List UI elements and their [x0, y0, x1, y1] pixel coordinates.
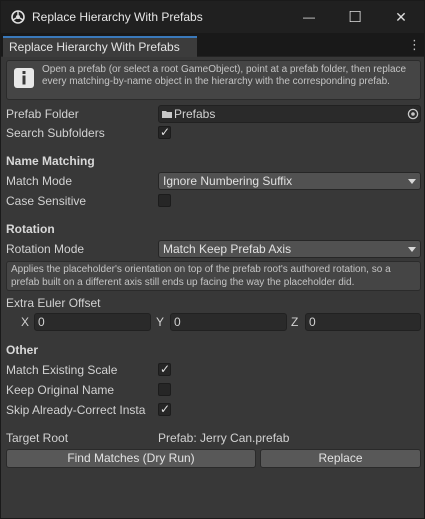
other-header: Other: [6, 343, 39, 357]
maximize-icon: ☐: [348, 9, 362, 26]
keep-name-checkbox[interactable]: [158, 383, 171, 396]
close-icon: ✕: [395, 8, 407, 25]
match-scale-checkbox[interactable]: ✓: [158, 362, 171, 376]
checkmark-icon: ✓: [160, 362, 171, 376]
help-box: Open a prefab (or select a root GameObje…: [6, 60, 421, 100]
prefab-folder-label: Prefab Folder: [6, 107, 79, 121]
object-picker-icon[interactable]: [407, 108, 419, 120]
match-mode-value: Ignore Numbering Suffix: [163, 174, 293, 188]
checkmark-icon: ✓: [160, 125, 171, 139]
folder-icon: [162, 111, 172, 118]
euler-z-field[interactable]: 0: [305, 313, 421, 331]
tab-bar: Replace Hierarchy With Prefabs ⋮: [1, 33, 424, 57]
case-sensitive-label: Case Sensitive: [6, 194, 87, 208]
maximize-button[interactable]: ☐: [332, 1, 378, 33]
prefab-folder-value: Prefabs: [174, 107, 216, 121]
name-matching-header: Name Matching: [6, 154, 95, 168]
skip-correct-checkbox[interactable]: ✓: [158, 402, 171, 416]
replace-button[interactable]: Replace: [260, 449, 421, 468]
case-sensitive-checkbox[interactable]: [158, 194, 171, 207]
euler-z-value: 0: [309, 315, 316, 329]
editor-window: Replace Hierarchy With Prefabs — ☐ ✕ Rep…: [0, 0, 425, 519]
y-axis-label[interactable]: Y: [156, 315, 164, 329]
unity-logo-icon: [11, 10, 25, 24]
match-mode-label: Match Mode: [6, 174, 73, 188]
prefab-folder-field[interactable]: Prefabs: [158, 105, 421, 123]
x-axis-label[interactable]: X: [21, 315, 29, 329]
minimize-icon: —: [303, 10, 315, 24]
search-subfolders-checkbox[interactable]: ✓: [158, 125, 171, 139]
match-scale-label: Match Existing Scale: [6, 363, 118, 377]
rotation-mode-dropdown[interactable]: Match Keep Prefab Axis: [158, 240, 421, 258]
close-button[interactable]: ✕: [378, 1, 424, 33]
checkmark-icon: ✓: [160, 402, 171, 416]
more-options-icon[interactable]: ⋮: [408, 37, 421, 53]
euler-y-value: 0: [174, 315, 181, 329]
rotation-mode-value: Match Keep Prefab Axis: [163, 242, 292, 256]
euler-x-value: 0: [38, 315, 45, 329]
keep-name-label: Keep Original Name: [6, 383, 115, 397]
rotation-help-text: Applies the placeholder's orientation on…: [11, 264, 391, 288]
info-icon: [14, 68, 34, 88]
euler-x-field[interactable]: 0: [34, 313, 151, 331]
help-text: Open a prefab (or select a root GameObje…: [42, 64, 407, 87]
target-root-label: Target Root: [6, 431, 69, 445]
euler-y-field[interactable]: 0: [170, 313, 287, 331]
chevron-down-icon: [408, 179, 416, 184]
title-bar[interactable]: Replace Hierarchy With Prefabs — ☐ ✕: [1, 1, 424, 33]
rotation-mode-label: Rotation Mode: [6, 242, 85, 256]
euler-offset-label: Extra Euler Offset: [6, 296, 101, 310]
window-title: Replace Hierarchy With Prefabs: [32, 10, 203, 24]
z-axis-label[interactable]: Z: [291, 315, 298, 329]
minimize-button[interactable]: —: [286, 1, 332, 33]
rotation-help-box: Applies the placeholder's orientation on…: [6, 261, 421, 291]
search-subfolders-label: Search Subfolders: [6, 126, 105, 140]
target-root-value: Prefab: Jerry Can.prefab: [158, 431, 290, 445]
skip-correct-label: Skip Already-Correct Insta: [6, 403, 146, 417]
rotation-header: Rotation: [6, 222, 55, 236]
find-matches-button[interactable]: Find Matches (Dry Run): [6, 449, 256, 468]
match-mode-dropdown[interactable]: Ignore Numbering Suffix: [158, 172, 421, 190]
tab-replace-hierarchy[interactable]: Replace Hierarchy With Prefabs: [3, 36, 197, 57]
chevron-down-icon: [408, 247, 416, 252]
